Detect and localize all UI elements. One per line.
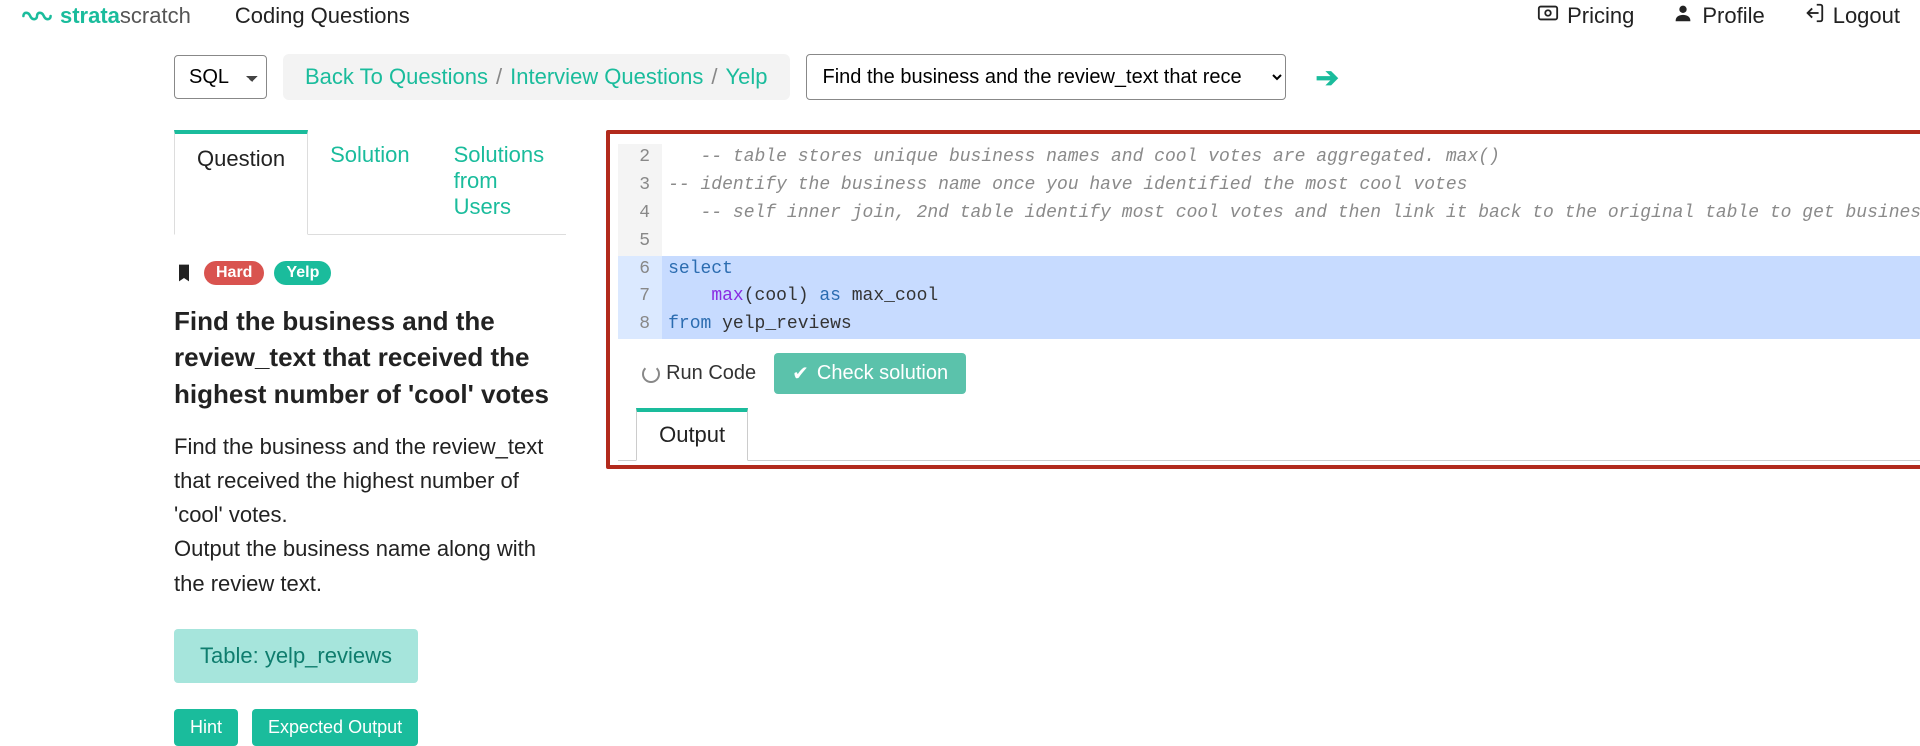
code-text[interactable]: from yelp_reviews	[662, 311, 1920, 339]
logout-icon	[1803, 2, 1825, 30]
code-text[interactable]: max(cool) as max_cool	[662, 283, 1920, 311]
output-tab[interactable]: Output	[636, 408, 748, 461]
nav-pricing[interactable]: Pricing	[1537, 2, 1634, 30]
check-icon: ✔	[792, 361, 809, 386]
question-desc-line1: Find the business and the review_text th…	[174, 430, 566, 532]
code-line[interactable]: 4 -- self inner join, 2nd table identify…	[618, 200, 1920, 228]
brand-logo-icon	[20, 5, 54, 27]
line-number: 7	[618, 283, 662, 311]
content-tabs: Question Solution Solutions from Users	[174, 130, 566, 235]
output-tabs: Output	[618, 408, 1920, 461]
nav-logout-label: Logout	[1833, 3, 1900, 29]
crumb-category[interactable]: Interview Questions	[510, 64, 703, 90]
company-badge: Yelp	[274, 261, 331, 285]
line-number: 3	[618, 172, 662, 200]
loading-spinner-icon	[642, 365, 660, 383]
brand-second: scratch	[120, 3, 191, 28]
code-text[interactable]: -- table stores unique business names an…	[662, 144, 1920, 172]
code-line[interactable]: 7 max(cool) as max_cool	[618, 283, 1920, 311]
run-code-label: Run Code	[666, 362, 756, 385]
code-line[interactable]: 8from yelp_reviews	[618, 311, 1920, 339]
topbar: stratascratch Coding Questions Pricing P…	[0, 0, 1920, 36]
next-question-arrow-icon[interactable]: ➔	[1316, 61, 1339, 94]
code-text[interactable]: -- self inner join, 2nd table identify m…	[662, 200, 1920, 228]
check-solution-label: Check solution	[817, 362, 948, 385]
check-solution-button[interactable]: ✔ Check solution	[774, 353, 966, 394]
question-description: Find the business and the review_text th…	[174, 430, 566, 600]
editor-actions: Run Code ✔ Check solution	[618, 339, 1920, 404]
code-text[interactable]: -- identify the business name once you h…	[662, 172, 1920, 200]
code-line[interactable]: 6select	[618, 256, 1920, 284]
question-title: Find the business and the review_text th…	[174, 303, 566, 412]
toolbar: SQL Back To Questions / Interview Questi…	[0, 36, 1920, 104]
tab-solution[interactable]: Solution	[308, 130, 432, 234]
run-code-button[interactable]: Run Code	[642, 362, 756, 385]
table-button[interactable]: Table: yelp_reviews	[174, 629, 418, 683]
right-panel: 2 -- table stores unique business names …	[606, 130, 1920, 469]
left-panel: Question Solution Solutions from Users H…	[174, 130, 566, 746]
nav-profile-label: Profile	[1702, 3, 1764, 29]
brand-logo-block[interactable]: stratascratch	[20, 3, 191, 29]
nav-profile[interactable]: Profile	[1672, 2, 1764, 30]
code-line[interactable]: 5	[618, 228, 1920, 256]
profile-icon	[1672, 2, 1694, 30]
main: Question Solution Solutions from Users H…	[0, 130, 1920, 746]
topbar-right: Pricing Profile Logout	[1537, 2, 1900, 30]
line-number: 5	[618, 228, 662, 256]
hint-button[interactable]: Hint	[174, 709, 238, 746]
line-number: 6	[618, 256, 662, 284]
line-number: 8	[618, 311, 662, 339]
language-select[interactable]: SQL	[174, 55, 267, 99]
code-line[interactable]: 3-- identify the business name once you …	[618, 172, 1920, 200]
tab-question[interactable]: Question	[174, 130, 308, 235]
code-editor[interactable]: 2 -- table stores unique business names …	[618, 144, 1920, 339]
line-number: 2	[618, 144, 662, 172]
question-meta: Hard Yelp	[174, 261, 566, 285]
crumb-sep: /	[496, 64, 502, 90]
pricing-icon	[1537, 2, 1559, 30]
brand-first: strata	[60, 3, 120, 28]
editor-highlight-frame: 2 -- table stores unique business names …	[606, 130, 1920, 469]
hint-row: Hint Expected Output	[174, 709, 566, 746]
nav-pricing-label: Pricing	[1567, 3, 1634, 29]
crumb-company[interactable]: Yelp	[725, 64, 767, 90]
crumb-back[interactable]: Back To Questions	[305, 64, 488, 90]
expected-output-button[interactable]: Expected Output	[252, 709, 418, 746]
question-desc-line2: Output the business name along with the …	[174, 532, 566, 600]
crumb-sep: /	[711, 64, 717, 90]
page-title: Coding Questions	[235, 3, 410, 29]
code-line[interactable]: 2 -- table stores unique business names …	[618, 144, 1920, 172]
line-number: 4	[618, 200, 662, 228]
bookmark-icon[interactable]	[174, 261, 194, 285]
code-text[interactable]: select	[662, 256, 1920, 284]
difficulty-badge: Hard	[204, 261, 264, 285]
breadcrumb: Back To Questions / Interview Questions …	[283, 54, 790, 100]
nav-logout[interactable]: Logout	[1803, 2, 1900, 30]
tab-solutions-from-users[interactable]: Solutions from Users	[432, 130, 567, 234]
code-text[interactable]	[662, 228, 1920, 256]
question-select[interactable]: Find the business and the review_text th…	[806, 54, 1286, 100]
